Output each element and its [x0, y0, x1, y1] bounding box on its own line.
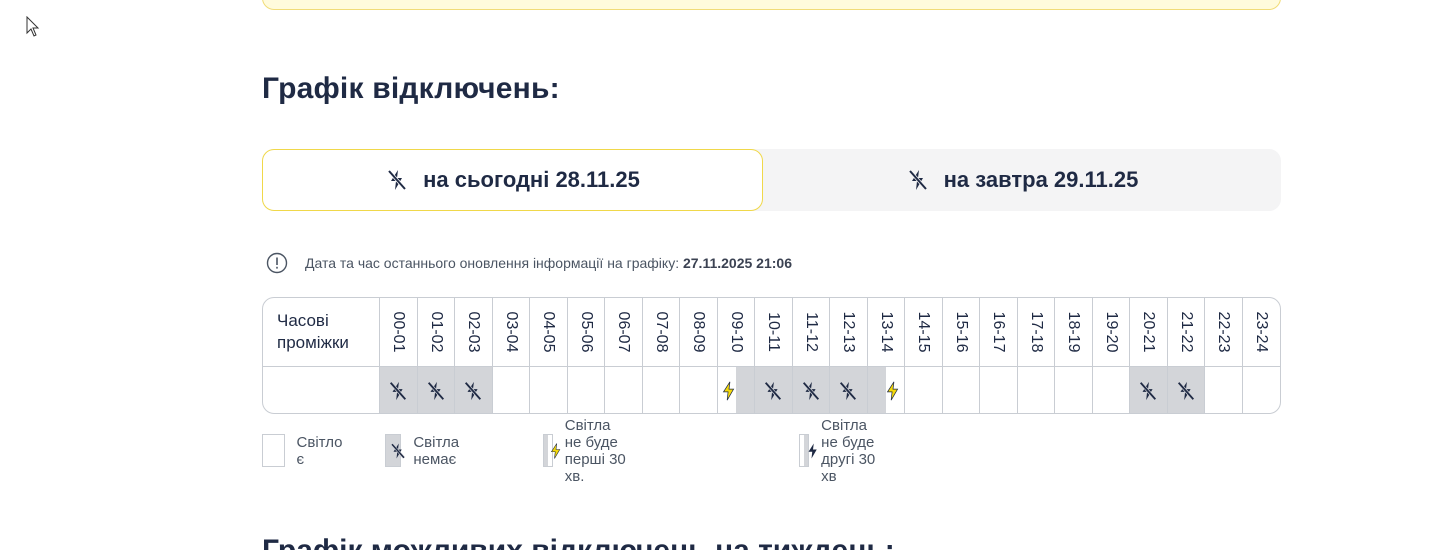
hour-header-04-05: 04-05 [530, 298, 568, 367]
hour-header-13-14: 13-14 [867, 298, 905, 367]
lightning-half-icon [886, 381, 899, 401]
hour-cell-10-11 [755, 367, 793, 413]
hour-header-16-17: 16-17 [980, 298, 1018, 367]
tab-tomorrow[interactable]: на завтра 29.11.25 [763, 149, 1281, 211]
lightning-half-icon [722, 381, 734, 401]
hour-header-03-04: 03-04 [492, 298, 530, 367]
update-label: Дата та час останнього оновлення інформа… [305, 255, 680, 271]
hour-cell-07-08 [643, 367, 680, 413]
lightning-crossed-icon [908, 169, 927, 191]
hour-cell-06-07 [605, 367, 643, 413]
hour-header-21-22: 21-22 [1167, 298, 1205, 367]
tab-today-label: на сьогодні 28.11.25 [423, 167, 640, 192]
lightning-half-icon [808, 443, 817, 459]
lightning-half-icon [550, 443, 561, 459]
hour-cell-13-14 [867, 367, 905, 413]
legend-swatch-first-half [543, 434, 561, 467]
time-slots-label-empty [263, 367, 380, 413]
info-circle-icon [266, 252, 288, 274]
hour-header-08-09: 08-09 [680, 298, 718, 367]
lightning-crossed-icon [389, 381, 407, 401]
hour-cell-08-09 [680, 367, 718, 413]
lightning-crossed-icon [802, 381, 820, 401]
hour-cell-21-22 [1167, 367, 1205, 413]
hour-header-00-01: 00-01 [380, 298, 418, 367]
hour-header-19-20: 19-20 [1092, 298, 1130, 367]
schedule-title: Графік відключень: [262, 72, 560, 105]
hour-cell-03-04 [493, 367, 530, 413]
hour-cell-16-17 [980, 367, 1018, 413]
hour-header-11-12: 11-12 [792, 298, 830, 367]
hour-cell-05-06 [568, 367, 605, 413]
lightning-crossed-icon [764, 381, 782, 401]
lightning-crossed-icon [391, 443, 405, 459]
hour-cell-09-10 [717, 367, 755, 413]
hour-cell-19-20 [1093, 367, 1130, 413]
legend-item-second-half: Світла не буде другі 30 хв [799, 417, 883, 485]
hour-cell-17-18 [1018, 367, 1055, 413]
hour-cell-15-16 [943, 367, 980, 413]
update-info: Дата та час останнього оновлення інформа… [266, 252, 792, 274]
hour-header-18-19: 18-19 [1055, 298, 1093, 367]
legend-item-on: Світло є [262, 434, 346, 468]
mouse-cursor-icon [26, 16, 40, 37]
tab-today[interactable]: на сьогодні 28.11.25 [262, 149, 763, 211]
hour-cell-00-01 [380, 367, 418, 413]
hour-cell-01-02 [417, 367, 455, 413]
lightning-crossed-icon [839, 381, 857, 401]
hour-header-15-16: 15-16 [942, 298, 980, 367]
hour-header-14-15: 14-15 [905, 298, 943, 367]
lightning-crossed-icon [464, 381, 482, 401]
hour-header-06-07: 06-07 [605, 298, 643, 367]
hour-header-09-10: 09-10 [717, 298, 755, 367]
legend-swatch-on [262, 434, 285, 467]
hour-header-10-11: 10-11 [755, 298, 793, 367]
hour-cell-20-21 [1130, 367, 1168, 413]
hour-cell-11-12 [792, 367, 830, 413]
hour-cell-14-15 [905, 367, 943, 413]
legend-swatch-off [385, 434, 405, 467]
update-datetime: 27.11.2025 21:06 [682, 255, 792, 271]
hour-cell-04-05 [530, 367, 568, 413]
hour-cell-02-03 [455, 367, 493, 413]
legend-item-first-half: Світла не буде перші 30 хв. [543, 417, 627, 485]
legend-swatch-second-half [799, 434, 817, 467]
time-slots-header: Часові проміжки [263, 298, 380, 367]
hour-header-20-21: 20-21 [1130, 298, 1168, 367]
hour-header-05-06: 05-06 [567, 298, 605, 367]
hour-header-17-18: 17-18 [1017, 298, 1055, 367]
hour-header-22-23: 22-23 [1205, 298, 1243, 367]
hour-cell-18-19 [1055, 367, 1093, 413]
hour-cell-22-23 [1205, 367, 1243, 413]
legend-item-off: Світла немає [385, 434, 469, 468]
hour-cell-23-24 [1243, 367, 1281, 413]
lightning-crossed-icon [387, 169, 407, 191]
hour-header-07-08: 07-08 [642, 298, 680, 367]
lightning-crossed-icon [1177, 381, 1195, 401]
hour-cell-12-13 [830, 367, 868, 413]
day-tabs: на сьогодні 28.11.25 на завтра 29.11.25 [262, 149, 1281, 211]
tab-tomorrow-label: на завтра 29.11.25 [943, 167, 1139, 192]
hour-header-01-02: 01-02 [417, 298, 455, 367]
hour-header-23-24: 23-24 [1242, 298, 1280, 367]
outage-schedule-table: Часові проміжки 00-01 01-02 02-03 03-04 04-0… [262, 297, 1281, 414]
lightning-crossed-icon [427, 381, 445, 401]
hour-header-02-03: 02-03 [455, 298, 493, 367]
notice-banner [262, 0, 1281, 10]
hour-header-12-13: 12-13 [830, 298, 868, 367]
lightning-crossed-icon [1139, 381, 1157, 401]
weekly-schedule-title: Графік можливих відключень на тиждень: [262, 534, 895, 550]
